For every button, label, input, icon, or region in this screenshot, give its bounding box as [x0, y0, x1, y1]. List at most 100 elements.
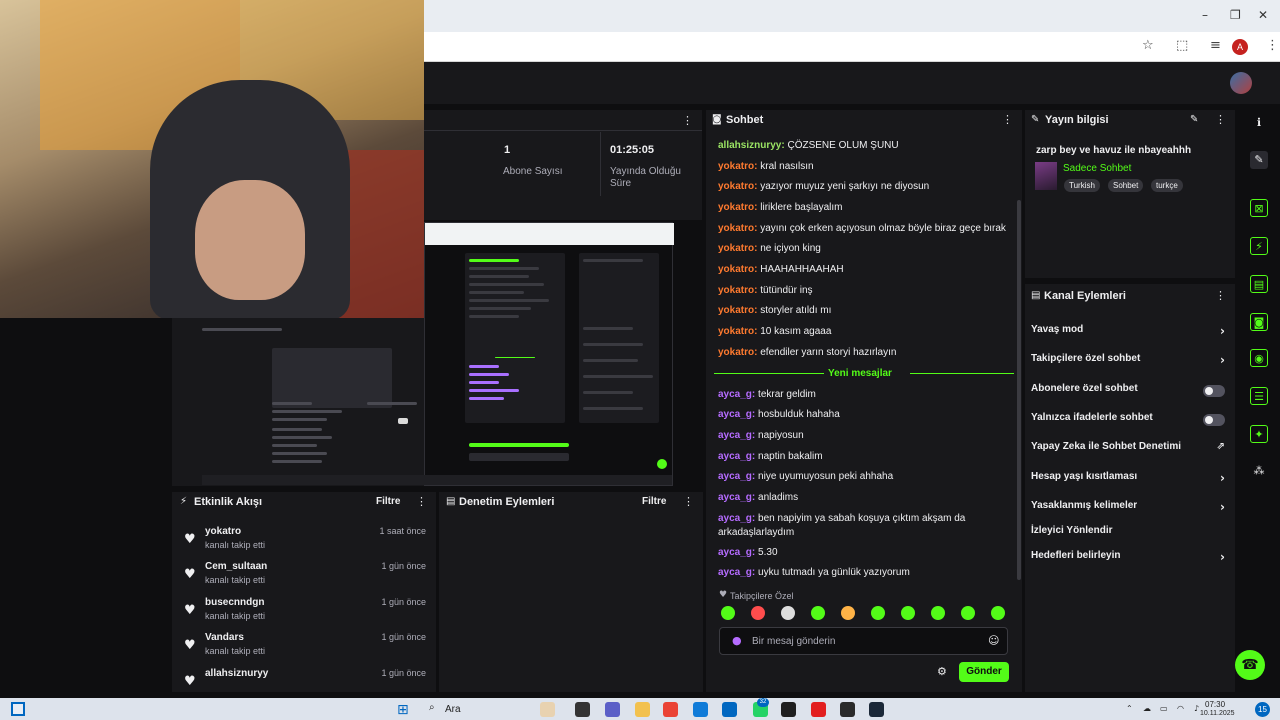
chat-username[interactable]: ayca_g	[718, 567, 752, 578]
chat-username[interactable]: ayca_g	[718, 471, 752, 482]
channel-action-item[interactable]: Takipçilere özel sohbet ›	[1031, 353, 1229, 369]
emote-icon[interactable]	[931, 606, 945, 620]
toggle-switch[interactable]	[1203, 414, 1225, 426]
edit-icon[interactable]: ✎	[1190, 114, 1198, 125]
list-item[interactable]: ♥ Cem_sultaan kanalı takip etti 1 gün önce	[180, 561, 430, 591]
close-window-button[interactable]: ✕	[1258, 8, 1268, 22]
widgets-icon[interactable]	[540, 702, 555, 717]
emote-icon[interactable]	[811, 606, 825, 620]
emote-icon[interactable]	[781, 606, 795, 620]
emote-icon[interactable]	[751, 606, 765, 620]
stream-info-menu-icon[interactable]: ⋮	[1215, 113, 1226, 126]
channel-action-item[interactable]: Yapay Zeka ile Sohbet Denetimi ⇗	[1031, 441, 1229, 457]
chat-username[interactable]: ayca_g	[718, 430, 752, 441]
avatar[interactable]	[1230, 72, 1252, 94]
wifi-icon[interactable]: ◠	[1177, 704, 1184, 713]
emote-icon[interactable]	[721, 606, 735, 620]
emote-icon[interactable]	[841, 606, 855, 620]
clip-icon[interactable]: ⊠	[1250, 199, 1268, 217]
star-icon[interactable]: ☆	[1142, 38, 1154, 53]
chat-username[interactable]: ayca_g	[718, 409, 752, 420]
chat-username[interactable]: yokatro	[718, 202, 754, 213]
send-button[interactable]: Gönder	[959, 662, 1009, 682]
chat-username[interactable]: yokatro	[718, 326, 754, 337]
activity-menu-icon[interactable]: ⋮	[416, 495, 427, 508]
windows-start-icon[interactable]: ⊞	[397, 702, 409, 718]
emote-icon[interactable]	[991, 606, 1005, 620]
tag-badge[interactable]: Turkish	[1064, 179, 1100, 192]
emoji-icon[interactable]: ☺	[988, 634, 999, 647]
external-link-icon[interactable]: ⇗	[1217, 441, 1225, 452]
channel-action-item[interactable]: Yalnızca ifadelerle sohbet	[1031, 412, 1229, 428]
chat-username[interactable]: yokatro	[718, 285, 754, 296]
chat-username[interactable]: yokatro	[718, 264, 754, 275]
obs-icon[interactable]	[840, 702, 855, 717]
volume-icon[interactable]: ♪	[1194, 704, 1199, 713]
profile-icon[interactable]: A	[1232, 39, 1248, 55]
extensions-icon[interactable]: ⬚	[1176, 38, 1188, 53]
tray-chevron-icon[interactable]: ⌃	[1126, 704, 1133, 713]
notification-count[interactable]: 15	[1255, 702, 1270, 717]
channel-action-item[interactable]: Yasaklanmış kelimeler ›	[1031, 500, 1229, 516]
chevron-right-icon[interactable]: ›	[1220, 324, 1225, 338]
chat-input-placeholder[interactable]: Bir mesaj gönderin	[752, 636, 835, 647]
chat-username[interactable]: ayca_g	[718, 513, 752, 524]
list-icon[interactable]: ☰	[1250, 387, 1268, 405]
chat-input-box[interactable]: ● Bir mesaj gönderin ☺	[719, 627, 1008, 655]
chat-username[interactable]: yokatro	[718, 181, 754, 192]
channel-actions-menu-icon[interactable]: ⋮	[1215, 289, 1226, 302]
chat-icon[interactable]: ◙	[1250, 313, 1268, 331]
moderation-filter-button[interactable]: Filtre	[642, 496, 666, 507]
list-item[interactable]: ♥ allahsiznuryy 1 gün önce	[180, 668, 430, 698]
minimize-button[interactable]: –	[1202, 8, 1208, 22]
chat-scrollbar[interactable]	[1017, 200, 1021, 580]
list-item[interactable]: ♥ busecnndgn kanalı takip etti 1 gün önce	[180, 597, 430, 627]
task-view-icon[interactable]	[575, 702, 590, 717]
info-icon[interactable]: ℹ	[1250, 114, 1268, 132]
emote-icon[interactable]	[871, 606, 885, 620]
chat-username[interactable]: ayca_g	[718, 451, 752, 462]
settings-gear-icon[interactable]: ⚙	[937, 665, 947, 678]
stats-menu-icon[interactable]: ⋮	[682, 114, 693, 127]
channel-action-item[interactable]: Hedefleri belirleyin ›	[1031, 550, 1229, 566]
media-icon[interactable]: ≡	[1210, 38, 1221, 53]
steam-icon[interactable]	[869, 702, 884, 717]
clock-date[interactable]: 10.11.2025	[1200, 710, 1235, 717]
chevron-right-icon[interactable]: ›	[1220, 500, 1225, 514]
taskbar-search-label[interactable]: Ara	[445, 704, 461, 715]
toggle-switch[interactable]	[1203, 385, 1225, 397]
channel-action-item[interactable]: Abonelere özel sohbet	[1031, 383, 1229, 399]
chat-username[interactable]: yokatro	[718, 223, 754, 234]
channel-action-item[interactable]: İzleyici Yönlendir	[1031, 525, 1229, 541]
document-icon[interactable]: ▤	[1250, 275, 1268, 293]
store-icon[interactable]	[722, 702, 737, 717]
chat-username[interactable]: allahsiznuryy	[718, 140, 781, 151]
chevron-right-icon[interactable]: ›	[1220, 471, 1225, 485]
upwork-icon[interactable]	[781, 702, 796, 717]
microphone-icon[interactable]: ●	[732, 634, 742, 647]
edge-icon[interactable]	[693, 702, 708, 717]
channel-action-item[interactable]: Hesap yaşı kısıtlaması ›	[1031, 471, 1229, 487]
menu-icon[interactable]: ⋮	[1266, 38, 1279, 53]
bolt-icon[interactable]: ⚡	[1250, 237, 1268, 255]
chat-username[interactable]: yokatro	[718, 243, 754, 254]
stream-category[interactable]: Sadece Sohbet	[1063, 163, 1131, 174]
chat-username[interactable]: yokatro	[718, 161, 754, 172]
chrome-icon[interactable]	[663, 702, 678, 717]
clock-time[interactable]: 07:30	[1205, 700, 1225, 709]
restore-button[interactable]: ❐	[1230, 8, 1241, 22]
chat-username[interactable]: ayca_g	[718, 389, 752, 400]
channel-action-item[interactable]: Yavaş mod ›	[1031, 324, 1229, 340]
chat-username[interactable]: yokatro	[718, 305, 754, 316]
chevron-right-icon[interactable]: ›	[1220, 550, 1225, 564]
moderation-menu-icon[interactable]: ⋮	[683, 495, 694, 508]
chevron-right-icon[interactable]: ›	[1220, 353, 1225, 367]
emote-icon[interactable]	[961, 606, 975, 620]
broadcast-icon[interactable]: ◉	[1250, 349, 1268, 367]
file-explorer-icon[interactable]	[635, 702, 650, 717]
emote-icon[interactable]	[901, 606, 915, 620]
yandex-icon[interactable]	[811, 702, 826, 717]
category-thumbnail[interactable]	[1035, 162, 1057, 190]
search-icon[interactable]: ⌕	[429, 702, 435, 713]
chat-username[interactable]: ayca_g	[718, 492, 752, 503]
